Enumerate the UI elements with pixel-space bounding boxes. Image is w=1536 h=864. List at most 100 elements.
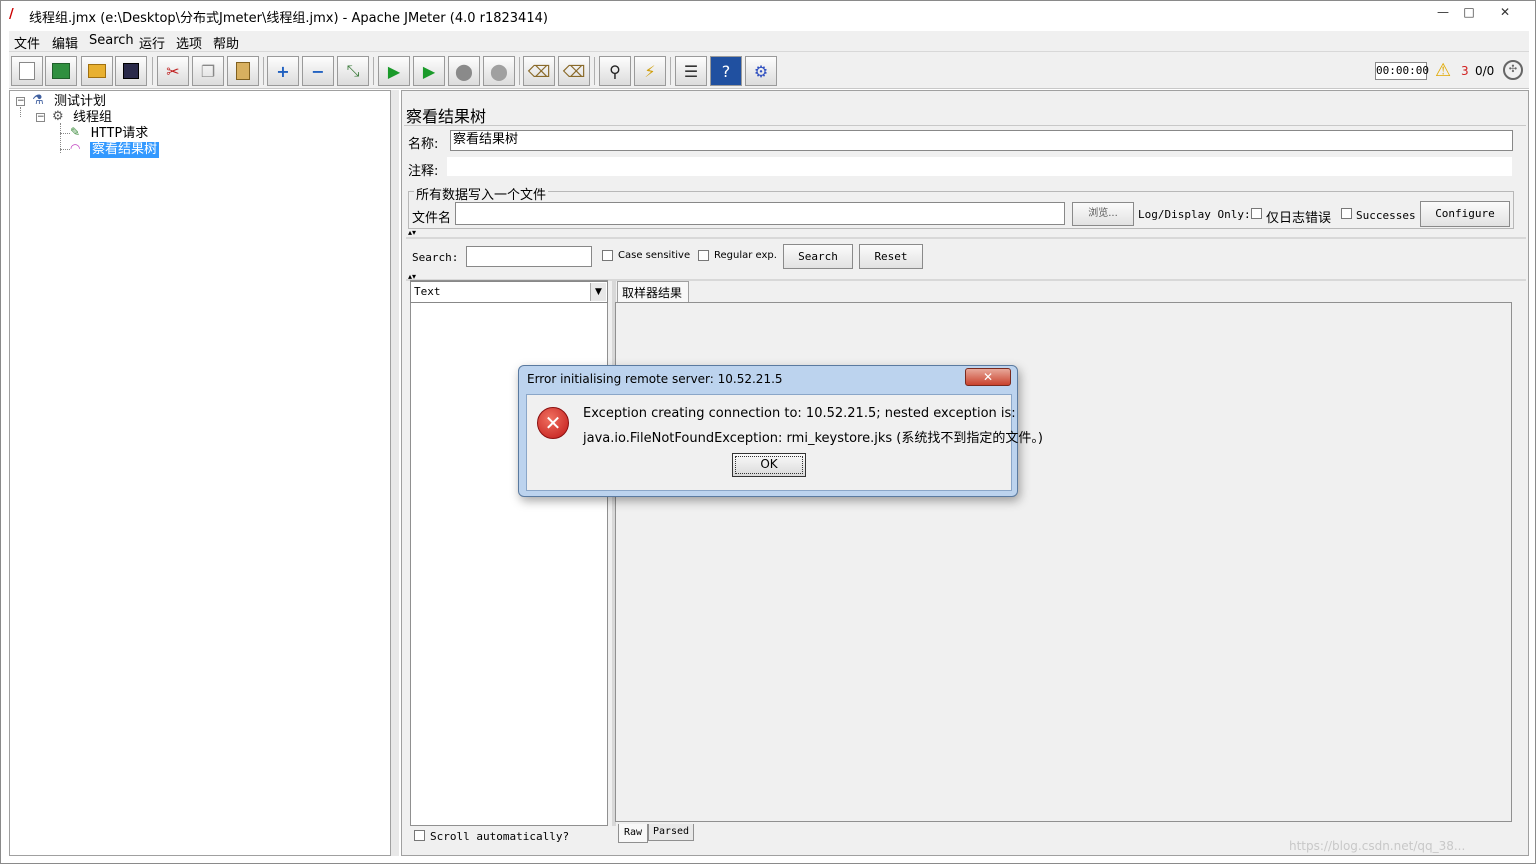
- configure-button[interactable]: Configure: [1420, 201, 1510, 227]
- filename-label: 文件名: [412, 211, 452, 226]
- errors-only-checkbox[interactable]: [1251, 208, 1262, 219]
- paste-icon[interactable]: [227, 56, 259, 86]
- ok-button[interactable]: OK: [732, 453, 806, 477]
- menu-bar: 文件 编辑 Search 运行 选项 帮助: [9, 31, 1529, 52]
- menu-file[interactable]: 文件: [14, 33, 40, 52]
- menu-help[interactable]: 帮助: [213, 33, 239, 52]
- log-display-label: Log/Display Only:: [1138, 208, 1251, 221]
- toolbar: ✂ ❐ + − ⤡ ▶ ▶ ⬤ ⬤ ⌫ ⌫ ⚲ ⚡ ☰ ? ⚙ 00:00:00…: [9, 51, 1529, 89]
- tree-item-test-plan[interactable]: 测试计划: [54, 94, 106, 110]
- successes-label: Successes: [1356, 209, 1416, 222]
- toggle-icon[interactable]: ⤡: [337, 56, 369, 86]
- scroll-auto-checkbox[interactable]: [414, 830, 425, 841]
- collapse-toggle-icon[interactable]: −: [16, 97, 25, 106]
- dialog-title: Error initialising remote server: 10.52.…: [527, 372, 783, 386]
- new-icon[interactable]: [11, 56, 43, 86]
- tab-parsed[interactable]: Parsed: [648, 824, 694, 841]
- panel-title: 察看结果树: [406, 107, 487, 126]
- errors-only-label: 仅日志错误: [1266, 211, 1332, 226]
- tree-item-thread-group[interactable]: 线程组: [73, 110, 112, 126]
- start-icon[interactable]: ▶: [378, 56, 410, 86]
- pen-icon: ✎: [70, 125, 81, 139]
- search-label: Search:: [412, 251, 459, 264]
- test-plan-tree: − ⚗ 测试计划 − ⚙ 线程组 ✎ HTTP请求 ◠ 察看结果树: [9, 90, 391, 856]
- elapsed-timer: 00:00:00: [1375, 62, 1429, 80]
- window-title: 线程组.jmx (e:\Desktop\分布式Jmeter\线程组.jmx) -…: [29, 11, 548, 26]
- collapse-arrows-icon[interactable]: ▴▾: [408, 228, 416, 237]
- tree-connector: [60, 149, 70, 150]
- tab-raw[interactable]: Raw: [618, 824, 648, 843]
- thread-ratio: 0/0: [1475, 64, 1495, 78]
- clear-icon[interactable]: ⌫: [523, 56, 555, 86]
- templates-icon[interactable]: [45, 56, 77, 86]
- watermark: https://blog.csdn.net/qq_38...: [1289, 839, 1466, 853]
- renderer-value: Text: [414, 285, 441, 298]
- dialog-close-button[interactable]: ✕: [965, 368, 1011, 386]
- warning-icon[interactable]: ⚠: [1435, 60, 1451, 81]
- gear-icon: ⚙: [52, 109, 64, 124]
- split-pane-divider[interactable]: [391, 90, 399, 856]
- chart-listener-icon: ◠: [70, 141, 81, 155]
- reset-button[interactable]: Reset: [859, 244, 923, 269]
- regular-exp-checkbox[interactable]: [698, 250, 709, 261]
- dialog-body: ✕ Exception creating connection to: 10.5…: [526, 394, 1043, 491]
- feather-icon: /: [9, 7, 14, 22]
- stop-icon[interactable]: ⬤: [448, 56, 480, 86]
- function-helper-icon[interactable]: ☰: [675, 56, 707, 86]
- scroll-auto-label: Scroll automatically?: [430, 830, 570, 843]
- search-button[interactable]: Search: [783, 244, 853, 269]
- menu-edit[interactable]: 编辑: [52, 33, 78, 52]
- broom-icon[interactable]: ⚡: [634, 56, 666, 86]
- toolbar-separator: [373, 57, 374, 85]
- toolbar-separator: [594, 57, 595, 85]
- file-section-title: 所有数据写入一个文件: [414, 184, 549, 203]
- name-field[interactable]: 察看结果树: [450, 130, 1513, 151]
- collapse-toggle-icon[interactable]: −: [36, 113, 45, 122]
- search-input[interactable]: [466, 246, 592, 267]
- error-dialog: Error initialising remote server: 10.52.…: [518, 365, 1043, 497]
- divider: [406, 237, 1526, 239]
- toolbar-separator: [519, 57, 520, 85]
- tab-sampler-result[interactable]: 取样器结果: [617, 281, 689, 302]
- menu-options[interactable]: 选项: [176, 33, 202, 52]
- toolbar-separator: [152, 57, 153, 85]
- clear-all-icon[interactable]: ⌫: [558, 56, 590, 86]
- tree-item-http-request[interactable]: HTTP请求: [91, 126, 148, 142]
- sample-result-list[interactable]: [410, 280, 608, 826]
- regular-exp-label: Regular exp.: [714, 250, 777, 261]
- case-sensitive-label: Case sensitive: [618, 250, 691, 261]
- tree-connector: [20, 107, 21, 117]
- case-sensitive-checkbox[interactable]: [602, 250, 613, 261]
- error-message-line2: java.io.FileNotFoundException: rmi_keyst…: [583, 431, 1043, 446]
- close-button[interactable]: ✕: [1491, 3, 1519, 21]
- successes-checkbox[interactable]: [1341, 208, 1352, 219]
- tree-item-results-tree[interactable]: 察看结果树: [90, 142, 160, 158]
- toolbar-separator: [670, 57, 671, 85]
- browse-button[interactable]: 浏览...: [1072, 202, 1134, 226]
- open-icon[interactable]: [81, 56, 113, 86]
- binoculars-icon[interactable]: ⚲: [599, 56, 631, 86]
- collapse-icon[interactable]: −: [302, 56, 334, 86]
- maximize-button[interactable]: □: [1455, 3, 1483, 21]
- filename-input[interactable]: [455, 202, 1065, 225]
- help-icon[interactable]: ?: [710, 56, 742, 86]
- save-icon[interactable]: [115, 56, 147, 86]
- expand-icon[interactable]: +: [267, 56, 299, 86]
- renderer-select[interactable]: Text ▼: [410, 281, 608, 303]
- start-no-pause-icon[interactable]: ▶: [413, 56, 445, 86]
- error-message-line1: Exception creating connection to: 10.52.…: [583, 406, 1016, 421]
- error-icon: ✕: [537, 407, 569, 439]
- chevron-down-icon[interactable]: ▼: [590, 283, 606, 301]
- remote-icon[interactable]: ⚙: [745, 56, 777, 86]
- shutdown-icon[interactable]: ⬤: [483, 56, 515, 86]
- minimize-button[interactable]: —: [1429, 3, 1457, 21]
- comment-field[interactable]: [446, 156, 1513, 177]
- title-bar: / 线程组.jmx (e:\Desktop\分布式Jmeter\线程组.jmx)…: [1, 1, 1535, 31]
- copy-icon[interactable]: ❐: [192, 56, 224, 86]
- menu-search[interactable]: Search: [89, 33, 134, 48]
- status-indicator-icon: ✣: [1503, 60, 1523, 80]
- flask-icon: ⚗: [32, 93, 44, 108]
- tab-sampler-result-label: 取样器结果: [622, 286, 683, 300]
- cut-icon[interactable]: ✂: [157, 56, 189, 86]
- menu-run[interactable]: 运行: [139, 33, 165, 52]
